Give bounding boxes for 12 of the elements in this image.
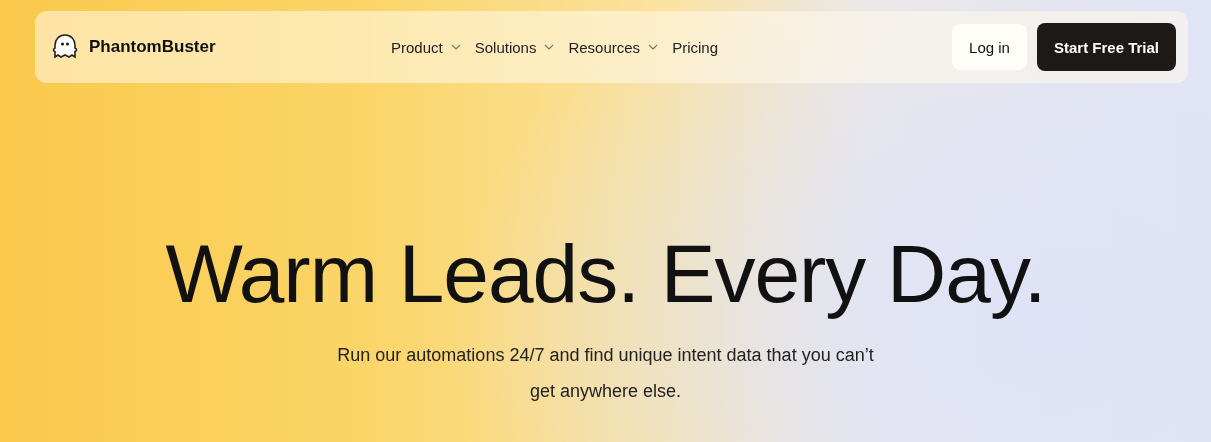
- chevron-down-icon: [450, 44, 461, 50]
- nav-menu[interactable]: Solutions: [474, 38, 555, 56]
- chevron-down-icon: [544, 44, 555, 50]
- trial-button[interactable]: Start Free Trial: [1036, 23, 1176, 71]
- chevron-down-icon: [648, 44, 659, 50]
- nav-menu[interactable]: Product: [391, 38, 461, 56]
- ghost-icon: [51, 33, 79, 61]
- nav-link[interactable]: Pricing: [672, 38, 718, 56]
- brand-name[interactable]: PhantomBuster: [89, 37, 216, 57]
- hero-subtitle: Run our automations 24/7 and find unique intent data that you can’t get anywhere else.: [336, 344, 875, 403]
- nav-menu[interactable]: Resources: [568, 38, 659, 56]
- login-button[interactable]: Log in: [952, 24, 1027, 70]
